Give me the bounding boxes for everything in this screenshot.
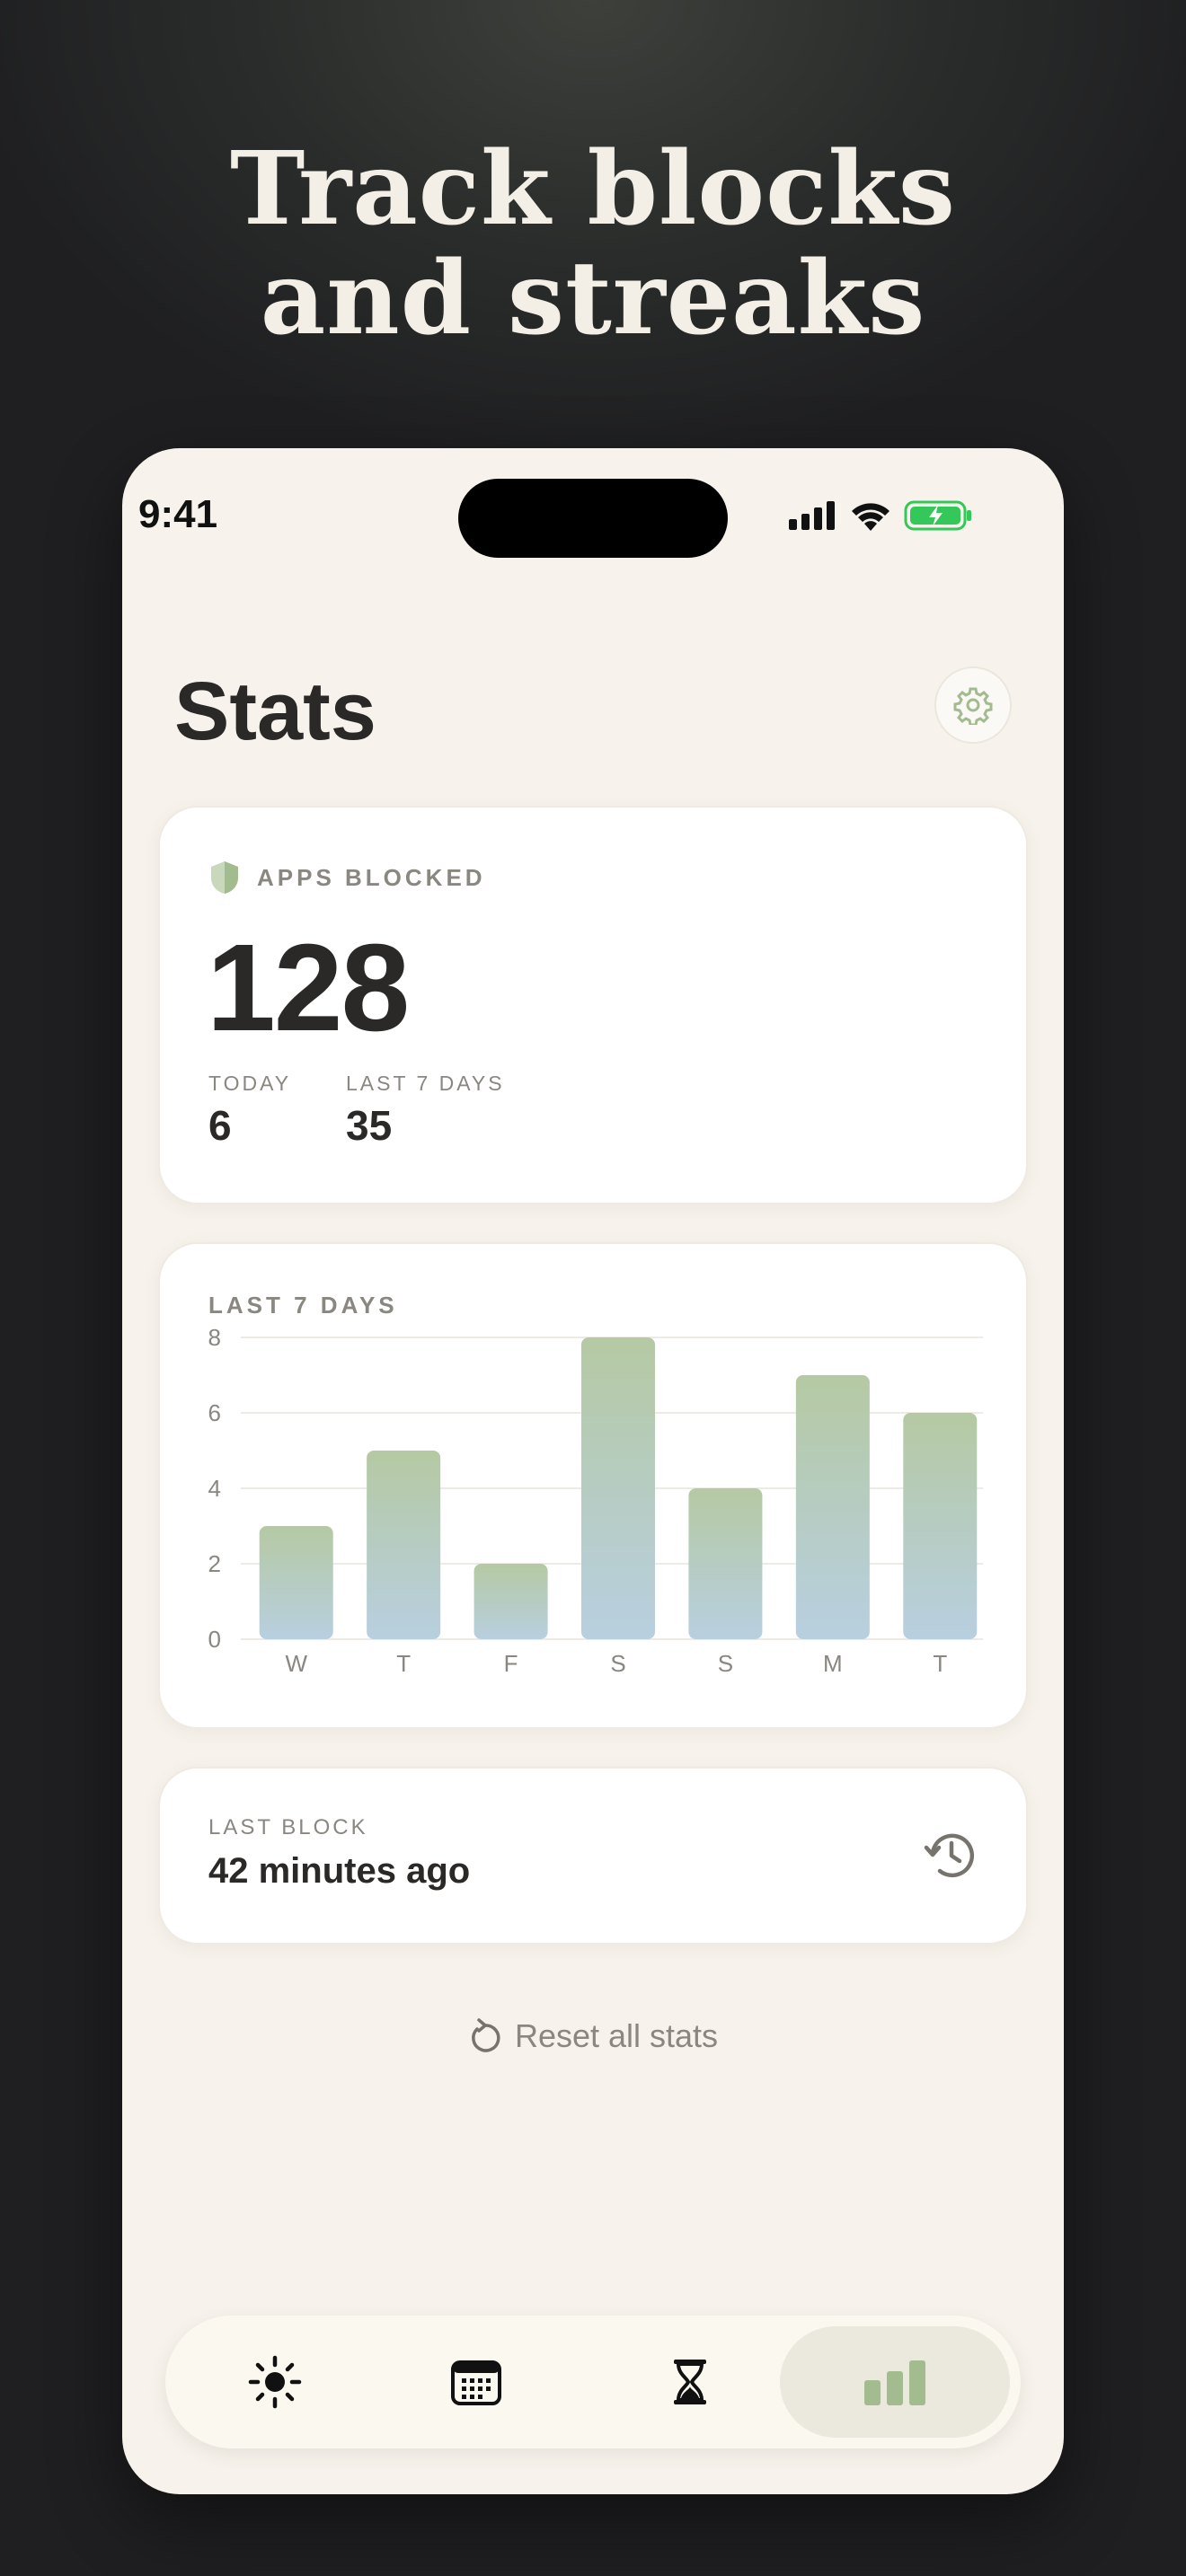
bar-5	[795, 1375, 870, 1639]
reset-stats-button[interactable]: Reset all stats	[0, 2017, 1186, 2055]
today-label: TODAY	[208, 1072, 292, 1095]
y-tick-label: 8	[208, 1324, 221, 1351]
x-tick-label: S	[718, 1650, 733, 1677]
battery-icon	[904, 500, 971, 531]
week-value: 35	[346, 1102, 393, 1149]
tab-stats[interactable]	[780, 2326, 1010, 2438]
tab-today[interactable]	[174, 2326, 376, 2438]
wifi-icon	[852, 503, 890, 531]
today-value: 6	[208, 1102, 232, 1149]
shield-icon	[211, 861, 238, 894]
bar-chart-icon	[864, 2360, 925, 2405]
status-time: 9:41	[138, 492, 218, 536]
x-tick-label: W	[285, 1650, 307, 1677]
last-block-card: LAST BLOCK 42 minutes ago	[158, 1767, 1028, 1945]
x-tick-label: F	[504, 1650, 518, 1677]
bar-3	[581, 1337, 655, 1639]
apps-blocked-card: APPS BLOCKED 128 TODAY 6 LAST 7 DAYS 35	[158, 806, 1028, 1204]
apps-blocked-total: 128	[207, 919, 410, 1057]
headline-line-2: and streaks	[260, 240, 926, 357]
settings-button[interactable]	[934, 666, 1012, 744]
tab-schedule[interactable]	[376, 2326, 577, 2438]
tab-timer[interactable]	[589, 2326, 791, 2438]
bar-4	[688, 1488, 763, 1639]
weekly-bar-chart: 0 2 4 6 8 W T F S S M T	[208, 1324, 983, 1677]
x-tick-label: M	[823, 1650, 843, 1677]
page-title: Stats	[174, 666, 376, 757]
weekly-chart-card: LAST 7 DAYS 02468WTFSSMT	[158, 1242, 1028, 1729]
status-icons	[789, 499, 972, 532]
y-tick-label: 2	[208, 1550, 221, 1577]
history-icon	[924, 1833, 975, 1878]
y-tick-label: 0	[208, 1626, 221, 1653]
apps-blocked-label: APPS BLOCKED	[257, 863, 486, 891]
apps-blocked-header: APPS BLOCKED	[208, 860, 486, 895]
x-tick-label: S	[610, 1650, 625, 1677]
bar-6	[903, 1413, 978, 1639]
bar-2	[474, 1564, 548, 1639]
reset-icon	[472, 2018, 500, 2052]
x-tick-label: T	[933, 1650, 947, 1677]
sun-icon	[248, 2355, 302, 2409]
today-stat: TODAY 6	[208, 1072, 291, 1150]
gear-icon	[953, 687, 993, 725]
y-tick-label: 6	[208, 1399, 221, 1426]
week-label: LAST 7 DAYS	[346, 1072, 505, 1095]
x-tick-label: T	[396, 1650, 411, 1677]
reset-stats-label: Reset all stats	[514, 2017, 719, 2054]
last-block-label: LAST BLOCK	[208, 1815, 368, 1839]
headline-line-1: Track blocks	[230, 130, 956, 248]
headline: Track blocks and streaks	[0, 135, 1186, 354]
hourglass-icon	[674, 2360, 706, 2404]
week-stat: LAST 7 DAYS 35	[346, 1072, 505, 1150]
calendar-icon	[451, 2360, 501, 2405]
bar-0	[259, 1526, 333, 1639]
signal-icon	[789, 501, 835, 530]
bar-1	[367, 1451, 441, 1639]
dynamic-island	[458, 479, 728, 558]
last-block-value: 42 minutes ago	[208, 1851, 471, 1891]
y-tick-label: 4	[208, 1475, 221, 1502]
tab-bar	[165, 2316, 1021, 2448]
